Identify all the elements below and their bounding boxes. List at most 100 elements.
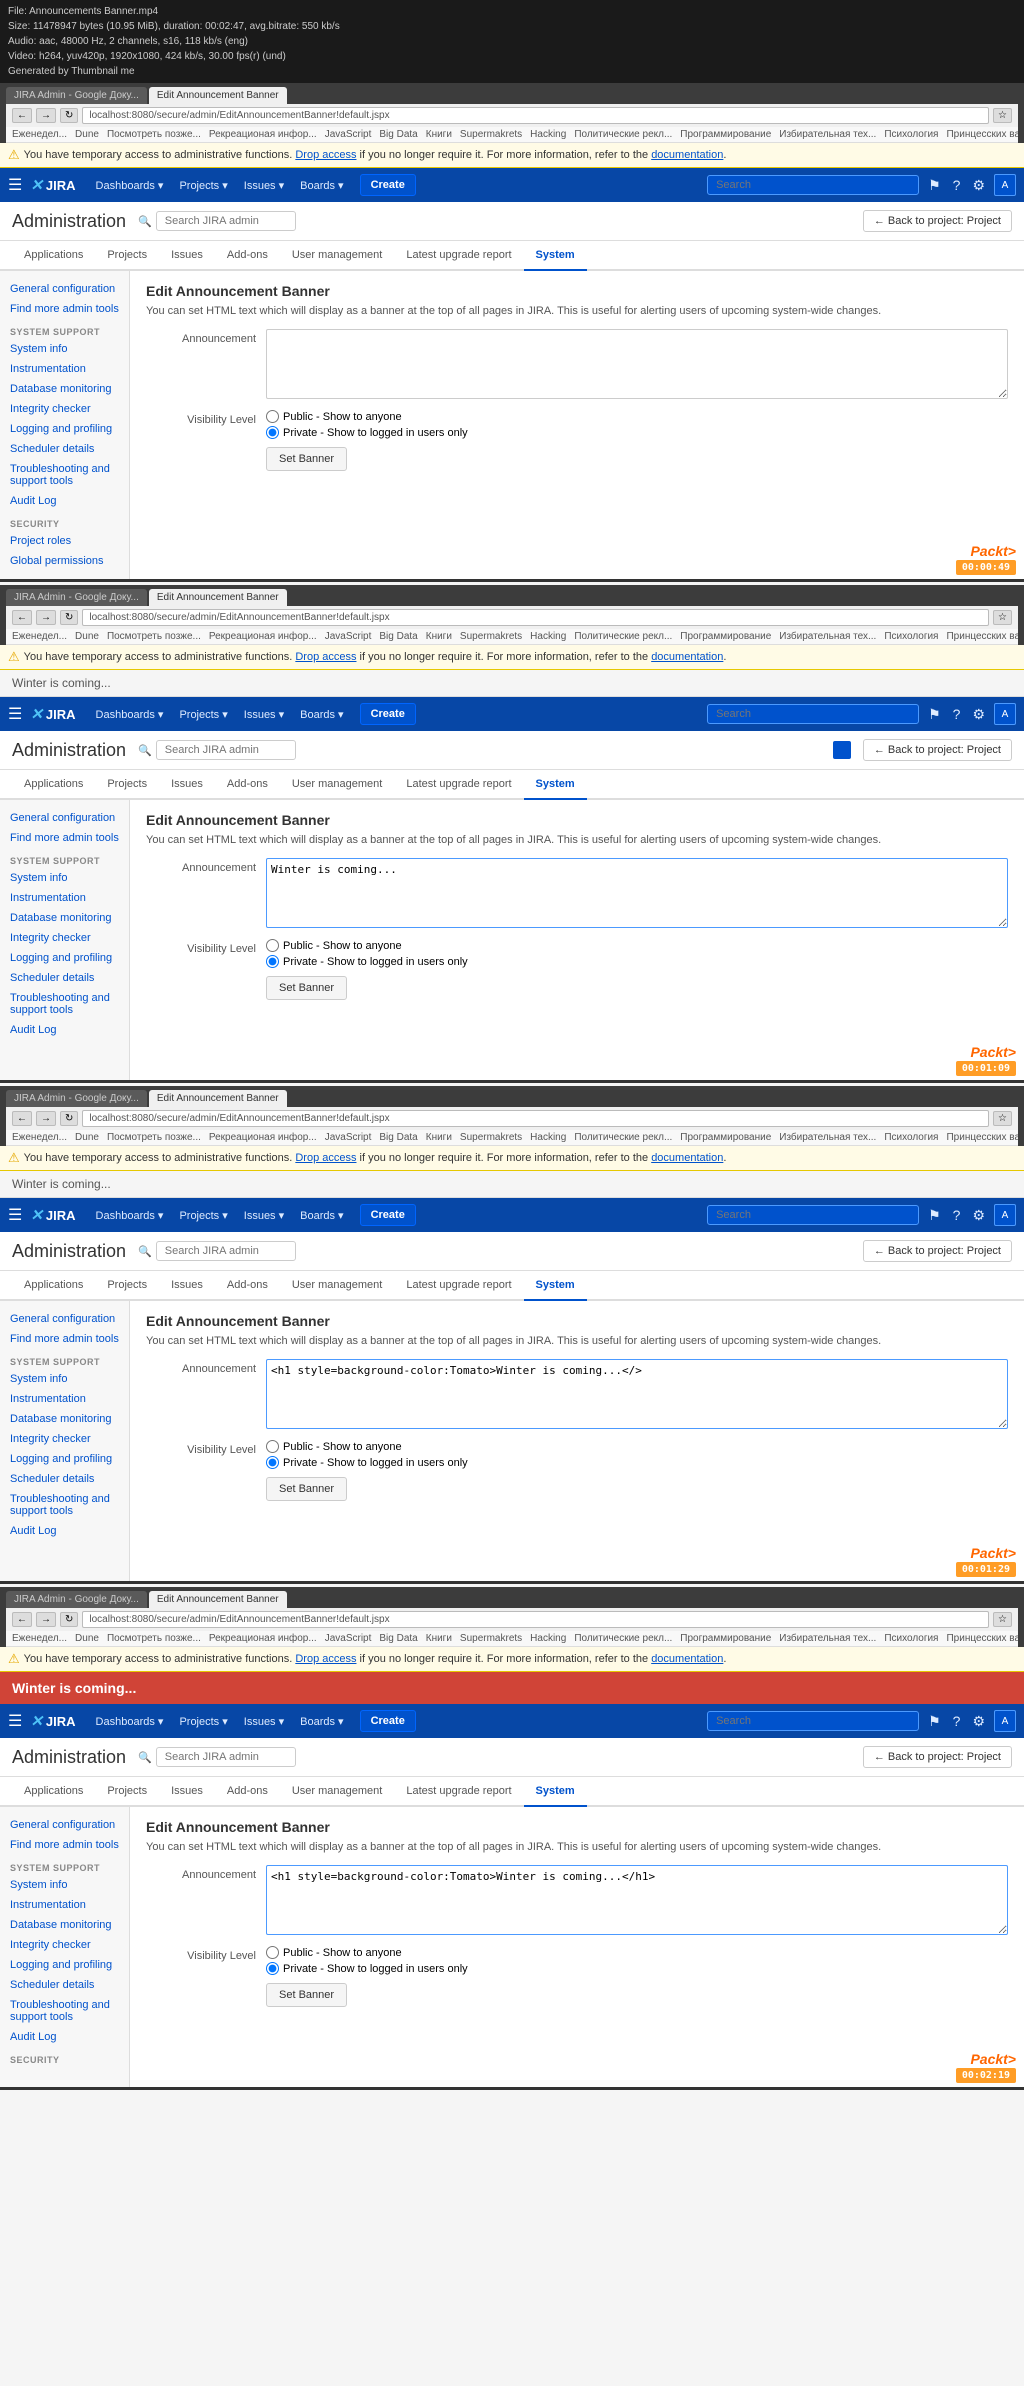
radio-public-input-2[interactable]: [266, 939, 279, 952]
documentation-link[interactable]: documentation: [651, 149, 723, 161]
bm4-10[interactable]: Политические рекл...: [574, 1633, 672, 1644]
back-button-2[interactable]: ←: [12, 610, 32, 625]
back-to-project-btn-2[interactable]: ← Back to project: Project: [863, 739, 1012, 761]
tab-system-2[interactable]: System: [524, 770, 587, 800]
sidebar-integrity-checker-3[interactable]: Integrity checker: [0, 1429, 129, 1449]
sidebar-instrumentation-3[interactable]: Instrumentation: [0, 1389, 129, 1409]
bm4-12[interactable]: Избирательная тех...: [779, 1633, 876, 1644]
bm4-2[interactable]: Dune: [75, 1633, 99, 1644]
create-button-1[interactable]: Create: [360, 174, 416, 196]
tab-usermgmt-1[interactable]: User management: [280, 241, 395, 271]
tab-issues-1[interactable]: Issues: [159, 241, 215, 271]
drop-access-link[interactable]: Drop access: [295, 149, 356, 161]
browser-tab-2-1[interactable]: JIRA Admin - Google Доку...: [6, 589, 147, 606]
nav-projects-3[interactable]: Projects ▾: [171, 1198, 235, 1232]
tab-addons-3[interactable]: Add-ons: [215, 1271, 280, 1301]
sidebar-scheduler-4[interactable]: Scheduler details: [0, 1975, 129, 1995]
address-bar-2[interactable]: localhost:8080/secure/admin/EditAnnounce…: [82, 609, 989, 626]
bm4-7[interactable]: Книги: [426, 1633, 452, 1644]
bm2-10[interactable]: Политические рекл...: [574, 631, 672, 642]
sidebar-general-config-2[interactable]: General configuration: [0, 808, 129, 828]
forward-button[interactable]: →: [36, 108, 56, 123]
sidebar-general-config-1[interactable]: General configuration: [0, 279, 129, 299]
set-banner-btn-1[interactable]: Set Banner: [266, 447, 347, 471]
sidebar-scheduler-1[interactable]: Scheduler details: [0, 439, 129, 459]
tab-projects-3[interactable]: Projects: [95, 1271, 159, 1301]
sidebar-global-perms-1[interactable]: Global permissions: [0, 551, 129, 571]
tab-issues-3[interactable]: Issues: [159, 1271, 215, 1301]
radio-public-3[interactable]: Public - Show to anyone: [266, 1440, 1008, 1453]
nav-boards[interactable]: Boards ▾: [292, 168, 351, 202]
bookmark-10[interactable]: Политические рекл...: [574, 129, 672, 140]
sidebar-audit-log-2[interactable]: Audit Log: [0, 1020, 129, 1040]
sidebar-logging-profiling-3[interactable]: Logging and profiling: [0, 1449, 129, 1469]
back-button[interactable]: ←: [12, 108, 32, 123]
sidebar-troubleshooting-3[interactable]: Troubleshooting and support tools: [0, 1489, 129, 1521]
nav-projects-4[interactable]: Projects ▾: [171, 1704, 235, 1738]
sidebar-find-more-2[interactable]: Find more admin tools: [0, 828, 129, 848]
nav-dashboards[interactable]: Dashboards ▾: [88, 168, 172, 202]
hamburger-menu-2[interactable]: ☰: [8, 704, 22, 724]
sidebar-db-monitoring-4[interactable]: Database monitoring: [0, 1915, 129, 1935]
browser-tab-2-active[interactable]: Edit Announcement Banner: [149, 87, 287, 104]
radio-private-1[interactable]: Private - Show to logged in users only: [266, 426, 1008, 439]
sidebar-find-more-4[interactable]: Find more admin tools: [0, 1835, 129, 1855]
set-banner-btn-3[interactable]: Set Banner: [266, 1477, 347, 1501]
tab-system-4[interactable]: System: [524, 1777, 587, 1807]
feedback-icon-3[interactable]: ⚑: [925, 1207, 944, 1224]
sidebar-general-config-3[interactable]: General configuration: [0, 1309, 129, 1329]
set-banner-btn-2[interactable]: Set Banner: [266, 976, 347, 1000]
radio-private-4[interactable]: Private - Show to logged in users only: [266, 1962, 1008, 1975]
sidebar-audit-log-1[interactable]: Audit Log: [0, 491, 129, 511]
tab-addons-4[interactable]: Add-ons: [215, 1777, 280, 1807]
create-button-3[interactable]: Create: [360, 1204, 416, 1226]
admin-search-input-4[interactable]: [156, 1747, 296, 1767]
reload-button-4[interactable]: ↻: [60, 1612, 78, 1627]
nav-search-input-2[interactable]: [707, 704, 919, 724]
sidebar-instrumentation-4[interactable]: Instrumentation: [0, 1895, 129, 1915]
sidebar-project-roles-1[interactable]: Project roles: [0, 531, 129, 551]
bookmark-button-4[interactable]: ☆: [993, 1612, 1012, 1627]
tab-system-3[interactable]: System: [524, 1271, 587, 1301]
bm2-14[interactable]: Принцесских ва...: [946, 631, 1018, 642]
browser-tab-4-2-active[interactable]: Edit Announcement Banner: [149, 1591, 287, 1608]
tab-addons-1[interactable]: Add-ons: [215, 241, 280, 271]
bm3-5[interactable]: JavaScript: [325, 1132, 372, 1143]
radio-private-input-4[interactable]: [266, 1962, 279, 1975]
radio-private-input-1[interactable]: [266, 426, 279, 439]
back-to-project-btn-3[interactable]: ← Back to project: Project: [863, 1240, 1012, 1262]
bm4-11[interactable]: Программирование: [680, 1633, 771, 1644]
sidebar-troubleshooting-4[interactable]: Troubleshooting and support tools: [0, 1995, 129, 2027]
sidebar-integrity-checker-2[interactable]: Integrity checker: [0, 928, 129, 948]
browser-tab-2-2-active[interactable]: Edit Announcement Banner: [149, 589, 287, 606]
drop-access-link-2[interactable]: Drop access: [295, 651, 356, 663]
sidebar-system-info-3[interactable]: System info: [0, 1369, 129, 1389]
radio-private-2[interactable]: Private - Show to logged in users only: [266, 955, 1008, 968]
tab-usermgmt-4[interactable]: User management: [280, 1777, 395, 1807]
tab-applications-3[interactable]: Applications: [12, 1271, 95, 1301]
bm2-11[interactable]: Программирование: [680, 631, 771, 642]
sidebar-db-monitoring-1[interactable]: Database monitoring: [0, 379, 129, 399]
settings-icon-4[interactable]: ⚙: [969, 1713, 988, 1730]
bm4-5[interactable]: JavaScript: [325, 1633, 372, 1644]
nav-issues[interactable]: Issues ▾: [236, 168, 292, 202]
bm2-5[interactable]: JavaScript: [325, 631, 372, 642]
sidebar-find-more-3[interactable]: Find more admin tools: [0, 1329, 129, 1349]
bm2-7[interactable]: Книги: [426, 631, 452, 642]
user-avatar-3[interactable]: A: [994, 1204, 1016, 1226]
bm2-2[interactable]: Dune: [75, 631, 99, 642]
create-button-2[interactable]: Create: [360, 703, 416, 725]
bm3-14[interactable]: Принцесских ва...: [946, 1132, 1018, 1143]
browser-tab-1[interactable]: JIRA Admin - Google Доку...: [6, 87, 147, 104]
nav-boards-4[interactable]: Boards ▾: [292, 1704, 351, 1738]
sidebar-scheduler-2[interactable]: Scheduler details: [0, 968, 129, 988]
nav-issues-3[interactable]: Issues ▾: [236, 1198, 292, 1232]
bm4-8[interactable]: Supermakrets: [460, 1633, 522, 1644]
help-icon-2[interactable]: ?: [950, 706, 964, 722]
sidebar-scheduler-3[interactable]: Scheduler details: [0, 1469, 129, 1489]
feedback-icon-2[interactable]: ⚑: [925, 706, 944, 723]
tab-system-1[interactable]: System: [524, 241, 587, 271]
tab-upgrade-4[interactable]: Latest upgrade report: [394, 1777, 523, 1807]
tab-applications-4[interactable]: Applications: [12, 1777, 95, 1807]
tab-usermgmt-2[interactable]: User management: [280, 770, 395, 800]
